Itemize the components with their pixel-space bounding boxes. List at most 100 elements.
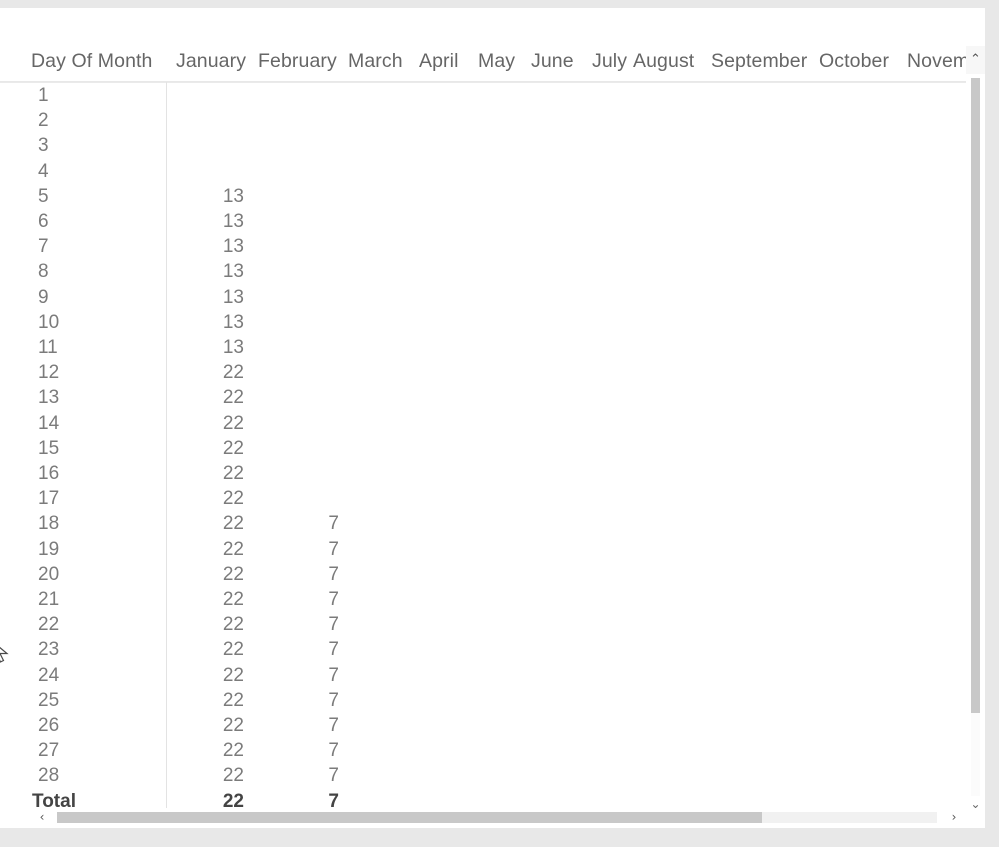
row-header-cell: 2 <box>38 110 49 132</box>
total-row-label: Total <box>32 790 76 808</box>
vertical-scrollbar[interactable]: ⌃ ⌄ <box>966 8 985 828</box>
table-row[interactable]: 7 13 <box>0 234 966 259</box>
cell-january: 22 <box>222 362 244 384</box>
column-header-january[interactable]: January <box>176 50 246 73</box>
row-header-cell: 1 <box>38 85 49 106</box>
table-row[interactable]: 15 22 <box>0 436 966 461</box>
row-header-cell: 10 <box>38 311 60 333</box>
table-row[interactable]: 5 13 <box>0 184 966 209</box>
table-row[interactable]: 14 22 <box>0 411 966 436</box>
table-row[interactable]: 6 13 <box>0 209 966 234</box>
table-row[interactable]: 20 22 7 <box>0 562 966 587</box>
matrix-table[interactable]: Day Of Month January February March April Ma… <box>0 8 966 808</box>
table-row[interactable]: 3 <box>0 133 966 158</box>
column-header-may[interactable]: May <box>478 50 515 73</box>
row-header-cell: 8 <box>38 261 49 283</box>
row-header-cell: 14 <box>38 412 60 434</box>
cell-february: 7 <box>328 715 339 736</box>
table-row[interactable]: 9 13 <box>0 285 966 310</box>
row-header-cell: 23 <box>38 639 60 661</box>
table-header-row: Day Of Month January February March April Ma… <box>0 8 966 82</box>
table-row[interactable]: 28 22 7 <box>0 763 966 788</box>
cell-february: 7 <box>328 589 339 610</box>
column-header-day-of-month[interactable]: Day Of Month <box>31 50 153 73</box>
row-header-cell: 3 <box>38 135 49 157</box>
table-row[interactable]: 19 22 7 <box>0 537 966 562</box>
column-header-september[interactable]: September <box>711 50 807 73</box>
row-header-cell: 15 <box>38 437 60 459</box>
row-header-cell: 20 <box>38 563 60 585</box>
row-header-cell: 16 <box>38 463 60 484</box>
scroll-right-icon[interactable]: › <box>943 808 965 827</box>
row-header-cell: 19 <box>38 538 60 560</box>
row-header-cell: 26 <box>38 715 60 736</box>
column-header-june[interactable]: June <box>531 50 574 73</box>
column-header-october[interactable]: October <box>819 50 889 73</box>
table-body: 1 2 3 4 5 13 6 13 7 13 8 13 9 13 10 13 11 13 12 22 13 22 14 22 1… <box>0 83 966 808</box>
table-row[interactable]: 11 13 <box>0 335 966 360</box>
column-header-novem[interactable]: Novem <box>907 50 966 73</box>
row-header-cell: 24 <box>38 664 60 686</box>
scroll-up-icon[interactable]: ⌃ <box>966 46 985 74</box>
table-row[interactable]: 1 <box>0 83 966 108</box>
table-row[interactable]: 25 22 7 <box>0 688 966 713</box>
matrix-visual-card: Day Of Month January February March April Ma… <box>0 8 985 828</box>
table-row[interactable]: 17 22 <box>0 486 966 511</box>
table-row[interactable]: 21 22 7 <box>0 587 966 612</box>
horizontal-scrollbar-thumb[interactable] <box>57 812 762 823</box>
cell-january: 13 <box>222 286 244 308</box>
table-row[interactable]: 27 22 7 <box>0 738 966 763</box>
cell-january: 13 <box>222 311 244 333</box>
table-row[interactable]: 13 22 <box>0 385 966 410</box>
scroll-left-icon[interactable]: ‹ <box>31 808 53 827</box>
row-header-cell: 6 <box>38 211 49 232</box>
row-header-cell: 9 <box>38 286 49 308</box>
table-row[interactable]: 12 22 <box>0 360 966 385</box>
column-header-march[interactable]: March <box>348 50 403 73</box>
row-header-cell: 13 <box>38 387 60 409</box>
table-row[interactable]: 23 22 7 <box>0 637 966 662</box>
row-header-cell: 28 <box>38 765 60 787</box>
column-header-august[interactable]: August <box>633 50 694 73</box>
cell-january: 13 <box>222 185 244 207</box>
total-cell-february: 7 <box>328 790 339 808</box>
cell-january: 13 <box>222 211 244 232</box>
cell-february: 7 <box>328 664 339 686</box>
row-header-cell: 27 <box>38 740 60 762</box>
table-row[interactable]: 26 22 7 <box>0 713 966 738</box>
cell-february: 7 <box>328 614 339 636</box>
row-header-cell: 17 <box>38 488 60 510</box>
table-row[interactable]: 18 22 7 <box>0 511 966 536</box>
column-header-july[interactable]: July <box>592 50 627 73</box>
table-row[interactable]: 4 <box>0 159 966 184</box>
row-header-cell: 11 <box>38 337 58 358</box>
cell-february: 7 <box>328 513 339 535</box>
table-row[interactable]: 10 13 <box>0 310 966 335</box>
table-row[interactable]: 2 <box>0 108 966 133</box>
cell-february: 7 <box>328 689 339 711</box>
cell-january: 13 <box>222 261 244 283</box>
cell-february: 7 <box>328 639 339 661</box>
row-header-cell: 22 <box>38 614 60 636</box>
column-header-february[interactable]: February <box>258 50 337 73</box>
cell-february: 7 <box>328 765 339 787</box>
column-header-april[interactable]: April <box>419 50 459 73</box>
vertical-scrollbar-thumb[interactable] <box>971 78 980 713</box>
row-header-cell: 5 <box>38 185 49 207</box>
table-row[interactable]: 24 22 7 <box>0 663 966 688</box>
row-header-cell: 12 <box>38 362 60 384</box>
row-header-cell: 18 <box>38 513 60 535</box>
page-background: Day Of Month January February March April Ma… <box>0 0 999 847</box>
cell-january: 13 <box>222 236 244 258</box>
table-row[interactable]: 16 22 <box>0 461 966 486</box>
cell-january: 22 <box>222 463 244 484</box>
row-header-cell: 4 <box>38 160 49 182</box>
horizontal-scrollbar[interactable]: ‹ › <box>31 808 966 827</box>
table-row[interactable]: 8 13 <box>0 259 966 284</box>
table-total-row[interactable]: Total 22 7 <box>0 789 966 808</box>
scroll-down-icon[interactable]: ⌄ <box>966 793 985 815</box>
table-row[interactable]: 22 22 7 <box>0 612 966 637</box>
cell-january: 22 <box>222 387 244 409</box>
cell-january: 22 <box>222 437 244 459</box>
row-header-cell: 25 <box>38 689 60 711</box>
